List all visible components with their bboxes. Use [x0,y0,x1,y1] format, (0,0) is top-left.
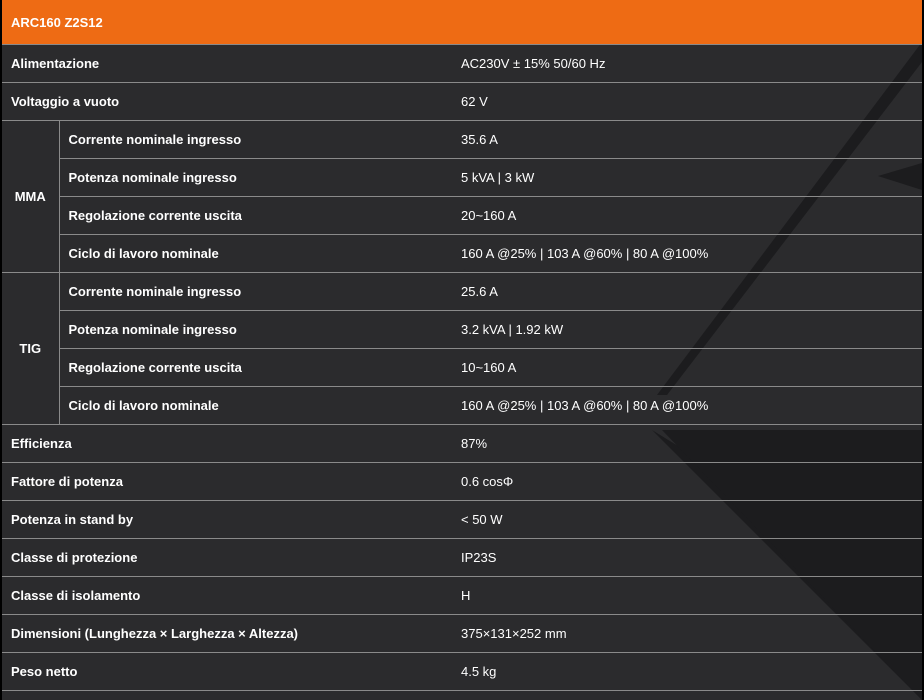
group-label-tig: TIG [2,272,60,425]
row-value: AC230V ± 15% 50/60 Hz [452,44,922,83]
table-row: Ciclo di lavoro nominale 160 A @25% | 10… [2,234,922,273]
row-value: 4.5 kg [452,652,922,691]
row-value: 160 A @25% | 103 A @60% | 80 A @100% [452,234,922,273]
row-value: 35.6 A [452,120,922,159]
spec-table-panel: ARC160 Z2S12 Alimentazione AC230V ± 15% … [2,0,922,700]
row-value: 375×131×252 mm [452,614,922,653]
table-row: Peso netto 4.5 kg [2,652,922,691]
table-row: MMA Corrente nominale ingresso 35.6 A [2,120,922,273]
row-value: 25.6 A [452,272,922,311]
product-model-title: ARC160 Z2S12 [2,0,922,45]
row-value: 5 kVA | 3 kW [452,158,922,197]
row-value: IP23S [452,538,922,577]
table-row: Classe di isolamento H [2,576,922,615]
row-label: Voltaggio a vuoto [2,82,452,121]
row-label: Classe di protezione [2,538,452,577]
table-row: TIG Corrente nominale ingresso 25.6 A [2,272,922,425]
row-label: Corrente nominale ingresso [59,272,452,311]
row-label: Regolazione corrente uscita [59,196,452,235]
row-label: Potenza nominale ingresso [59,158,452,197]
table-row: Regolazione corrente uscita 20~160 A [2,196,922,235]
table-row: Potenza in stand by < 50 W [2,500,922,539]
row-label: Classe di isolamento [2,576,452,615]
group-label-mma: MMA [2,120,60,273]
specifications-table: ARC160 Z2S12 Alimentazione AC230V ± 15% … [2,0,922,691]
table-row: Ciclo di lavoro nominale 160 A @25% | 10… [2,386,922,425]
row-label: Corrente nominale ingresso [59,120,452,159]
row-label: Dimensioni (Lunghezza × Larghezza × Alte… [2,614,452,653]
row-label: Ciclo di lavoro nominale [59,234,452,273]
row-value: < 50 W [452,500,922,539]
row-value: H [452,576,922,615]
table-header-row: ARC160 Z2S12 [2,0,922,45]
row-label: Efficienza [2,424,452,463]
row-label: Ciclo di lavoro nominale [59,386,452,425]
row-value: 62 V [452,82,922,121]
table-row: Voltaggio a vuoto 62 V [2,82,922,121]
row-value: 10~160 A [452,348,922,387]
row-value: 87% [452,424,922,463]
row-label: Potenza in stand by [2,500,452,539]
table-row: Regolazione corrente uscita 10~160 A [2,348,922,387]
row-label: Potenza nominale ingresso [59,310,452,349]
table-row: Fattore di potenza 0.6 cosΦ [2,462,922,501]
table-row: Dimensioni (Lunghezza × Larghezza × Alte… [2,614,922,653]
row-label: Alimentazione [2,44,452,83]
row-label: Peso netto [2,652,452,691]
table-row: Potenza nominale ingresso 5 kVA | 3 kW [2,158,922,197]
table-row: Efficienza 87% [2,424,922,463]
row-value: 160 A @25% | 103 A @60% | 80 A @100% [452,386,922,425]
row-label: Fattore di potenza [2,462,452,501]
row-value: 3.2 kVA | 1.92 kW [452,310,922,349]
table-row: Alimentazione AC230V ± 15% 50/60 Hz [2,44,922,83]
row-label: Regolazione corrente uscita [59,348,452,387]
table-row: Classe di protezione IP23S [2,538,922,577]
row-value: 0.6 cosΦ [452,462,922,501]
row-value: 20~160 A [452,196,922,235]
table-row: Potenza nominale ingresso 3.2 kVA | 1.92… [2,310,922,349]
